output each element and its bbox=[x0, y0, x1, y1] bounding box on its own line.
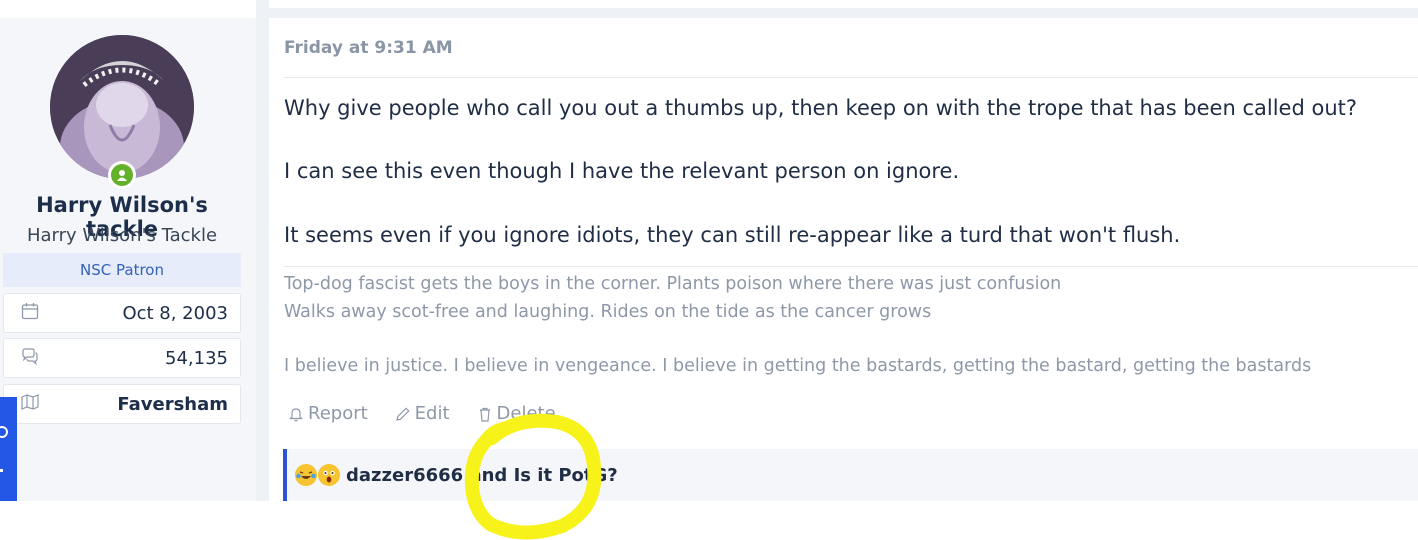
floating-side-widget[interactable] bbox=[0, 397, 17, 501]
user-column-gap bbox=[0, 0, 256, 18]
signature-line: Top-dog fascist gets the boys in the cor… bbox=[284, 274, 1062, 294]
reaction-summary: dazzer6666 and Is it PotG? bbox=[346, 465, 618, 486]
user-title: Harry Wilson's Tackle bbox=[26, 225, 218, 246]
map-icon bbox=[20, 392, 40, 416]
online-status-icon bbox=[111, 164, 133, 186]
divider bbox=[284, 77, 1418, 78]
location-value[interactable]: Faversham bbox=[117, 394, 228, 415]
report-button[interactable]: Report bbox=[287, 403, 368, 424]
message-count-value: 54,135 bbox=[165, 347, 228, 369]
location-stat: Faversham bbox=[3, 384, 241, 424]
avatar-image bbox=[50, 35, 194, 179]
reaction-user-link[interactable]: dazzer6666 bbox=[346, 465, 463, 486]
joined-date-value: Oct 8, 2003 bbox=[122, 302, 228, 324]
signature-line: I believe in justice. I believe in venge… bbox=[284, 356, 1312, 376]
laughing-crying-emoji bbox=[295, 464, 317, 486]
edit-button[interactable]: Edit bbox=[394, 403, 450, 424]
report-label: Report bbox=[308, 403, 368, 424]
message-count-stat: 54,135 bbox=[3, 338, 241, 378]
astonished-emoji bbox=[318, 464, 340, 486]
joined-date-stat: Oct 8, 2003 bbox=[3, 293, 241, 333]
delete-button[interactable]: Delete bbox=[476, 403, 556, 424]
reaction-other-link[interactable]: Is it PotG? bbox=[514, 465, 618, 486]
reactions-bar[interactable]: dazzer6666 and Is it PotG? bbox=[283, 449, 1418, 501]
trash-icon bbox=[479, 407, 490, 422]
signature-line: Walks away scot-free and laughing. Rides… bbox=[284, 302, 932, 322]
messages-icon bbox=[20, 346, 40, 370]
post-actions: Report Edit Delete bbox=[287, 403, 556, 424]
post-date[interactable]: Friday at 9:31 AM bbox=[284, 38, 453, 58]
calendar-icon bbox=[20, 301, 40, 325]
gear-icon bbox=[0, 426, 8, 472]
online-status-badge bbox=[108, 161, 136, 189]
signature-divider bbox=[284, 266, 1418, 267]
pencil-icon bbox=[395, 406, 410, 421]
post-content: Friday at 9:31 AM Why give people who ca… bbox=[269, 18, 1418, 501]
avatar[interactable] bbox=[50, 35, 194, 179]
reaction-and-text: and bbox=[469, 464, 508, 486]
previous-post-edge bbox=[269, 0, 1418, 8]
bell-icon bbox=[289, 407, 303, 421]
delete-label: Delete bbox=[496, 403, 556, 424]
reaction-emojis bbox=[295, 464, 340, 486]
post-paragraph: I can see this even though I have the re… bbox=[284, 159, 960, 183]
post-paragraph: Why give people who call you out a thumb… bbox=[284, 96, 1358, 120]
user-banner: NSC Patron bbox=[3, 253, 241, 287]
user-info-column: Harry Wilson's tackle Harry Wilson's Tac… bbox=[0, 0, 256, 501]
edit-label: Edit bbox=[414, 403, 450, 424]
post-paragraph: It seems even if you ignore idiots, they… bbox=[284, 223, 1181, 247]
